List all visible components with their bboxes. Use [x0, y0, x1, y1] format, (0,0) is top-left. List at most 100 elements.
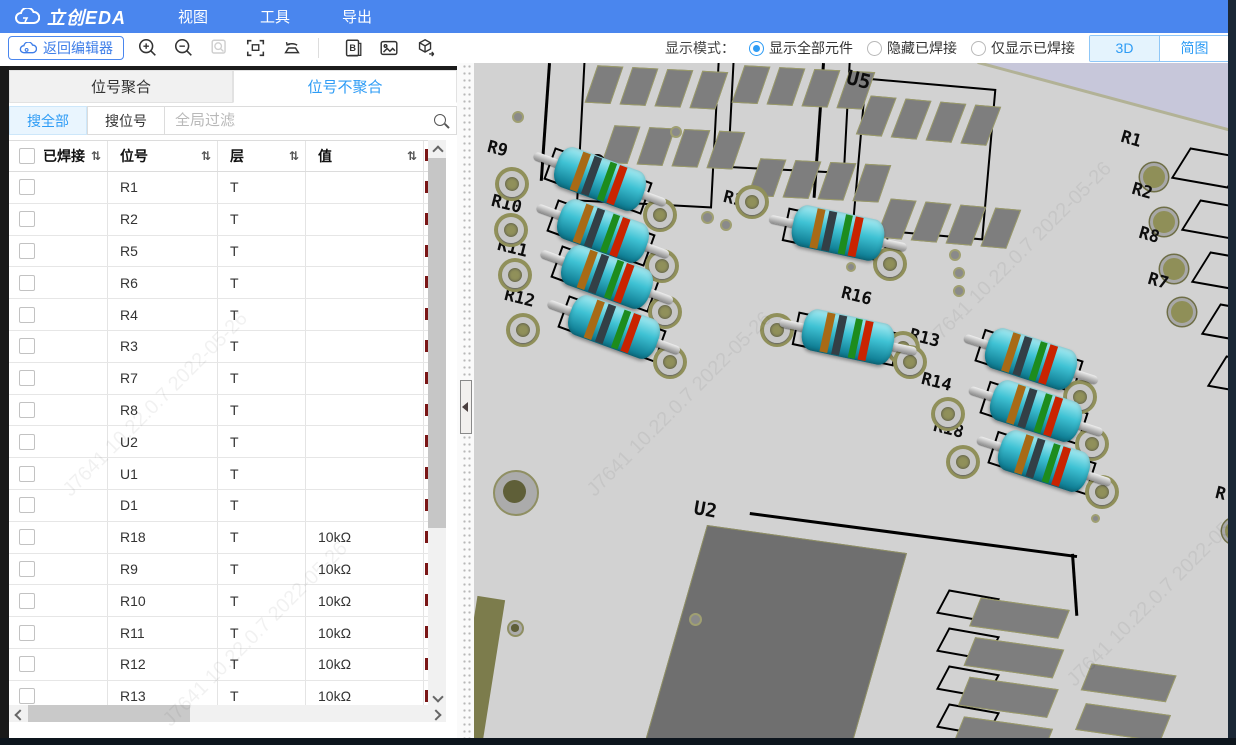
radio-hide-soldered[interactable] — [867, 41, 882, 56]
table-row[interactable]: R9 T 10kΩ — [9, 554, 428, 586]
sort-icon[interactable]: ⇅ — [91, 149, 107, 163]
search-icon[interactable] — [434, 114, 446, 126]
pcb-label: R9 — [485, 137, 510, 161]
cloud-logo-icon — [14, 8, 40, 26]
pcb-loop — [508, 315, 538, 345]
toolbar: 返回编辑器 B 显示模式： 显示全部元件 — [0, 33, 1236, 64]
menu-export[interactable]: 导出 — [342, 6, 372, 27]
row-checkbox[interactable] — [19, 275, 35, 291]
vertical-scroll-thumb[interactable] — [428, 158, 446, 528]
scroll-right-arrow[interactable] — [428, 705, 446, 722]
horizontal-scroll-thumb[interactable] — [28, 705, 190, 722]
table-row[interactable]: R11 T 10kΩ — [9, 617, 428, 649]
sort-icon[interactable]: ⇅ — [407, 149, 423, 163]
row-checkbox[interactable] — [19, 497, 35, 513]
export-bom-icon[interactable]: B — [341, 36, 365, 60]
row-checkbox[interactable] — [19, 402, 35, 418]
back-to-editor-button[interactable]: 返回编辑器 — [8, 36, 124, 60]
table-horizontal-scrollbar[interactable] — [9, 705, 446, 722]
header-designator[interactable]: 位号 ⇅ — [108, 141, 218, 171]
row-checkbox[interactable] — [19, 434, 35, 450]
table-row[interactable]: R7 T — [9, 363, 428, 395]
header-soldered[interactable]: 已焊接 ⇅ — [9, 141, 108, 171]
row-checkbox[interactable] — [19, 625, 35, 641]
panel-collapse-handle[interactable] — [460, 380, 472, 434]
area-zoom-icon[interactable] — [208, 36, 232, 60]
row-checkbox[interactable] — [19, 561, 35, 577]
table-row[interactable]: R18 T 10kΩ — [9, 522, 428, 554]
header-layer[interactable]: 层 ⇅ — [218, 141, 306, 171]
pcb-thpad — [1168, 298, 1196, 326]
row-checkbox[interactable] — [19, 243, 35, 259]
table-row[interactable]: R1 T — [9, 172, 428, 204]
export-3d-file-icon[interactable] — [413, 36, 437, 60]
table-row[interactable]: R3 T — [9, 331, 428, 363]
radio-only-soldered-label[interactable]: 仅显示已焊接 — [991, 38, 1075, 58]
sort-icon[interactable]: ⇅ — [289, 149, 305, 163]
cell-designator: U1 — [108, 458, 218, 489]
pcb-dot — [846, 262, 856, 272]
view-toggle-schematic[interactable]: 简图 — [1159, 36, 1229, 61]
radio-only-soldered[interactable] — [971, 41, 986, 56]
row-checkbox[interactable] — [19, 179, 35, 195]
table-row[interactable]: R6 T — [9, 267, 428, 299]
scroll-left-arrow[interactable] — [9, 705, 27, 722]
table-row[interactable]: R2 T — [9, 204, 428, 236]
cell-designator: D1 — [108, 490, 218, 521]
search-all-button[interactable]: 搜全部 — [9, 106, 87, 135]
flip-board-icon[interactable] — [280, 36, 304, 60]
search-designator-button[interactable]: 搜位号 — [87, 106, 165, 135]
cell-designator: R12 — [108, 649, 218, 680]
cell-layer: T — [218, 554, 306, 585]
table-row[interactable]: R12 T 10kΩ — [9, 649, 428, 681]
row-checkbox[interactable] — [19, 338, 35, 354]
table-vertical-scrollbar[interactable] — [428, 140, 446, 707]
cell-layer: T — [218, 299, 306, 330]
pcb-label: R16 — [839, 283, 874, 310]
table-row[interactable]: R10 T 10kΩ — [9, 585, 428, 617]
row-checkbox[interactable] — [19, 370, 35, 386]
row-checkbox[interactable] — [19, 656, 35, 672]
radio-show-all[interactable] — [749, 41, 764, 56]
table-header: 已焊接 ⇅ 位号 ⇅ 层 ⇅ 值 ⇅ — [9, 140, 428, 172]
row-checkbox[interactable] — [19, 593, 35, 609]
cell-layer: T — [218, 363, 306, 394]
menu-tools[interactable]: 工具 — [260, 6, 290, 27]
table-row[interactable]: R5 T — [9, 236, 428, 268]
pcb-loop — [500, 260, 530, 290]
view-toggle-3d[interactable]: 3D — [1090, 36, 1159, 61]
table-row[interactable]: R4 T — [9, 299, 428, 331]
pcb-3d-viewport[interactable]: U5R9R10R11R12R15R16R13R14R18U2R1R2R8R7R … — [474, 63, 1228, 738]
zoom-out-icon[interactable] — [172, 36, 196, 60]
row-checkbox[interactable] — [19, 211, 35, 227]
app-logo[interactable]: 立创EDA — [14, 4, 126, 30]
table-row[interactable]: U1 T — [9, 458, 428, 490]
cell-designator: U2 — [108, 426, 218, 457]
table-row[interactable]: D1 T — [9, 490, 428, 522]
menu-view[interactable]: 视图 — [178, 6, 208, 27]
header-value[interactable]: 值 ⇅ — [306, 141, 424, 171]
pcb-dot — [701, 211, 714, 224]
table-row[interactable]: U2 T — [9, 426, 428, 458]
cell-layer: T — [218, 617, 306, 648]
cell-designator: R6 — [108, 267, 218, 298]
table-row[interactable]: R8 T — [9, 395, 428, 427]
row-checkbox[interactable] — [19, 307, 35, 323]
scroll-up-arrow[interactable] — [428, 140, 446, 158]
global-filter-input[interactable] — [165, 107, 456, 134]
row-checkbox[interactable] — [19, 688, 35, 704]
radio-hide-soldered-label[interactable]: 隐藏已焊接 — [887, 38, 957, 58]
export-image-icon[interactable] — [377, 36, 401, 60]
tab-designator-grouped[interactable]: 位号聚合 — [9, 70, 233, 103]
select-all-checkbox[interactable] — [19, 148, 35, 164]
row-checkbox[interactable] — [19, 466, 35, 482]
zoom-in-icon[interactable] — [136, 36, 160, 60]
sort-icon[interactable]: ⇅ — [201, 149, 217, 163]
pcb-trap — [1191, 251, 1228, 292]
radio-show-all-label[interactable]: 显示全部元件 — [769, 38, 853, 58]
zoom-fit-icon[interactable] — [244, 36, 268, 60]
tab-designator-ungrouped[interactable]: 位号不聚合 — [233, 70, 457, 103]
cell-designator: R11 — [108, 617, 218, 648]
row-checkbox[interactable] — [19, 529, 35, 545]
cell-value — [306, 490, 424, 521]
